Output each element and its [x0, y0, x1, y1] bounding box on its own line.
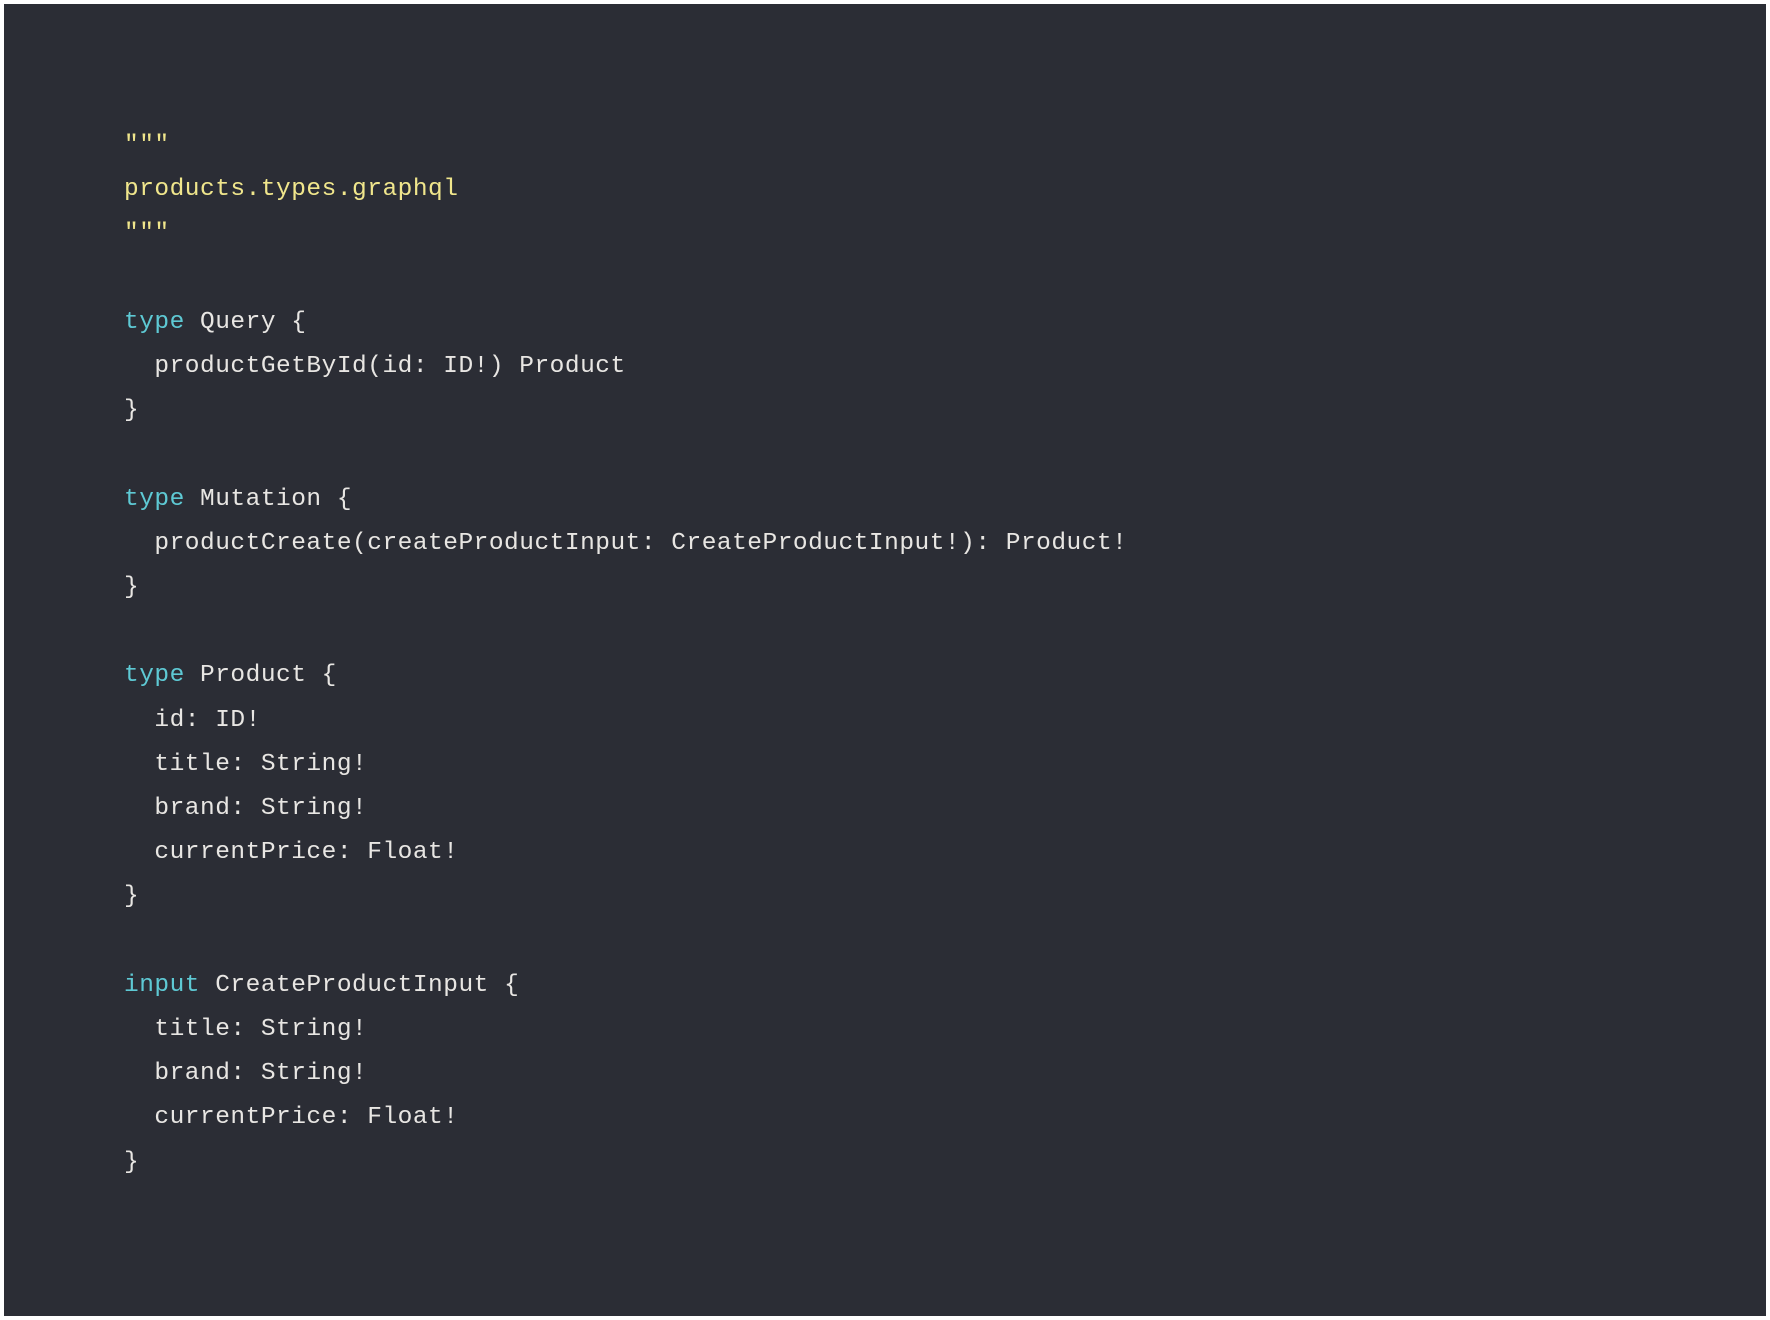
code-line: title: String!	[124, 1008, 1646, 1052]
code-token: CreateProductInput {	[200, 972, 519, 999]
code-line: currentPrice: Float!	[124, 831, 1646, 875]
code-token: }	[124, 397, 139, 424]
code-line: id: ID!	[124, 699, 1646, 743]
code-line	[124, 433, 1646, 477]
code-token: Query {	[185, 309, 307, 336]
code-line: title: String!	[124, 743, 1646, 787]
code-token: }	[124, 1149, 139, 1176]
code-line: brand: String!	[124, 787, 1646, 831]
code-token: input	[124, 972, 200, 999]
code-line: """	[124, 124, 1646, 168]
code-line: }	[124, 875, 1646, 919]
code-line	[124, 610, 1646, 654]
code-token: brand: String!	[124, 795, 367, 822]
code-line	[124, 920, 1646, 964]
code-token: """	[124, 132, 170, 159]
code-token: brand: String!	[124, 1060, 367, 1087]
code-token: currentPrice: Float!	[124, 1104, 458, 1131]
code-line: input CreateProductInput {	[124, 964, 1646, 1008]
code-token: Mutation {	[185, 486, 352, 513]
code-line: products.types.graphql	[124, 168, 1646, 212]
code-line: }	[124, 389, 1646, 433]
code-token: productGetById(id: ID!) Product	[124, 353, 626, 380]
code-token: }	[124, 574, 139, 601]
code-line: """	[124, 212, 1646, 256]
code-token: currentPrice: Float!	[124, 839, 458, 866]
code-line: currentPrice: Float!	[124, 1096, 1646, 1140]
code-line: type Product {	[124, 654, 1646, 698]
code-line: }	[124, 1141, 1646, 1185]
code-token: type	[124, 486, 185, 513]
code-line: productCreate(createProductInput: Create…	[124, 522, 1646, 566]
code-line: brand: String!	[124, 1052, 1646, 1096]
code-token: type	[124, 662, 185, 689]
code-token: }	[124, 883, 139, 910]
code-block: """ products.types.graphql """ type Query …	[4, 4, 1766, 1316]
code-line: type Mutation {	[124, 478, 1646, 522]
code-line: }	[124, 566, 1646, 610]
code-line: type Query {	[124, 301, 1646, 345]
code-token: title: String!	[124, 1016, 367, 1043]
code-token: id: ID!	[124, 707, 261, 734]
code-token: products.types.graphql	[124, 176, 458, 203]
code-token: productCreate(createProductInput: Create…	[124, 530, 1127, 557]
code-token: Product {	[185, 662, 337, 689]
code-line: productGetById(id: ID!) Product	[124, 345, 1646, 389]
code-token: title: String!	[124, 751, 367, 778]
code-token: type	[124, 309, 185, 336]
code-token: """	[124, 220, 170, 247]
code-line	[124, 257, 1646, 301]
